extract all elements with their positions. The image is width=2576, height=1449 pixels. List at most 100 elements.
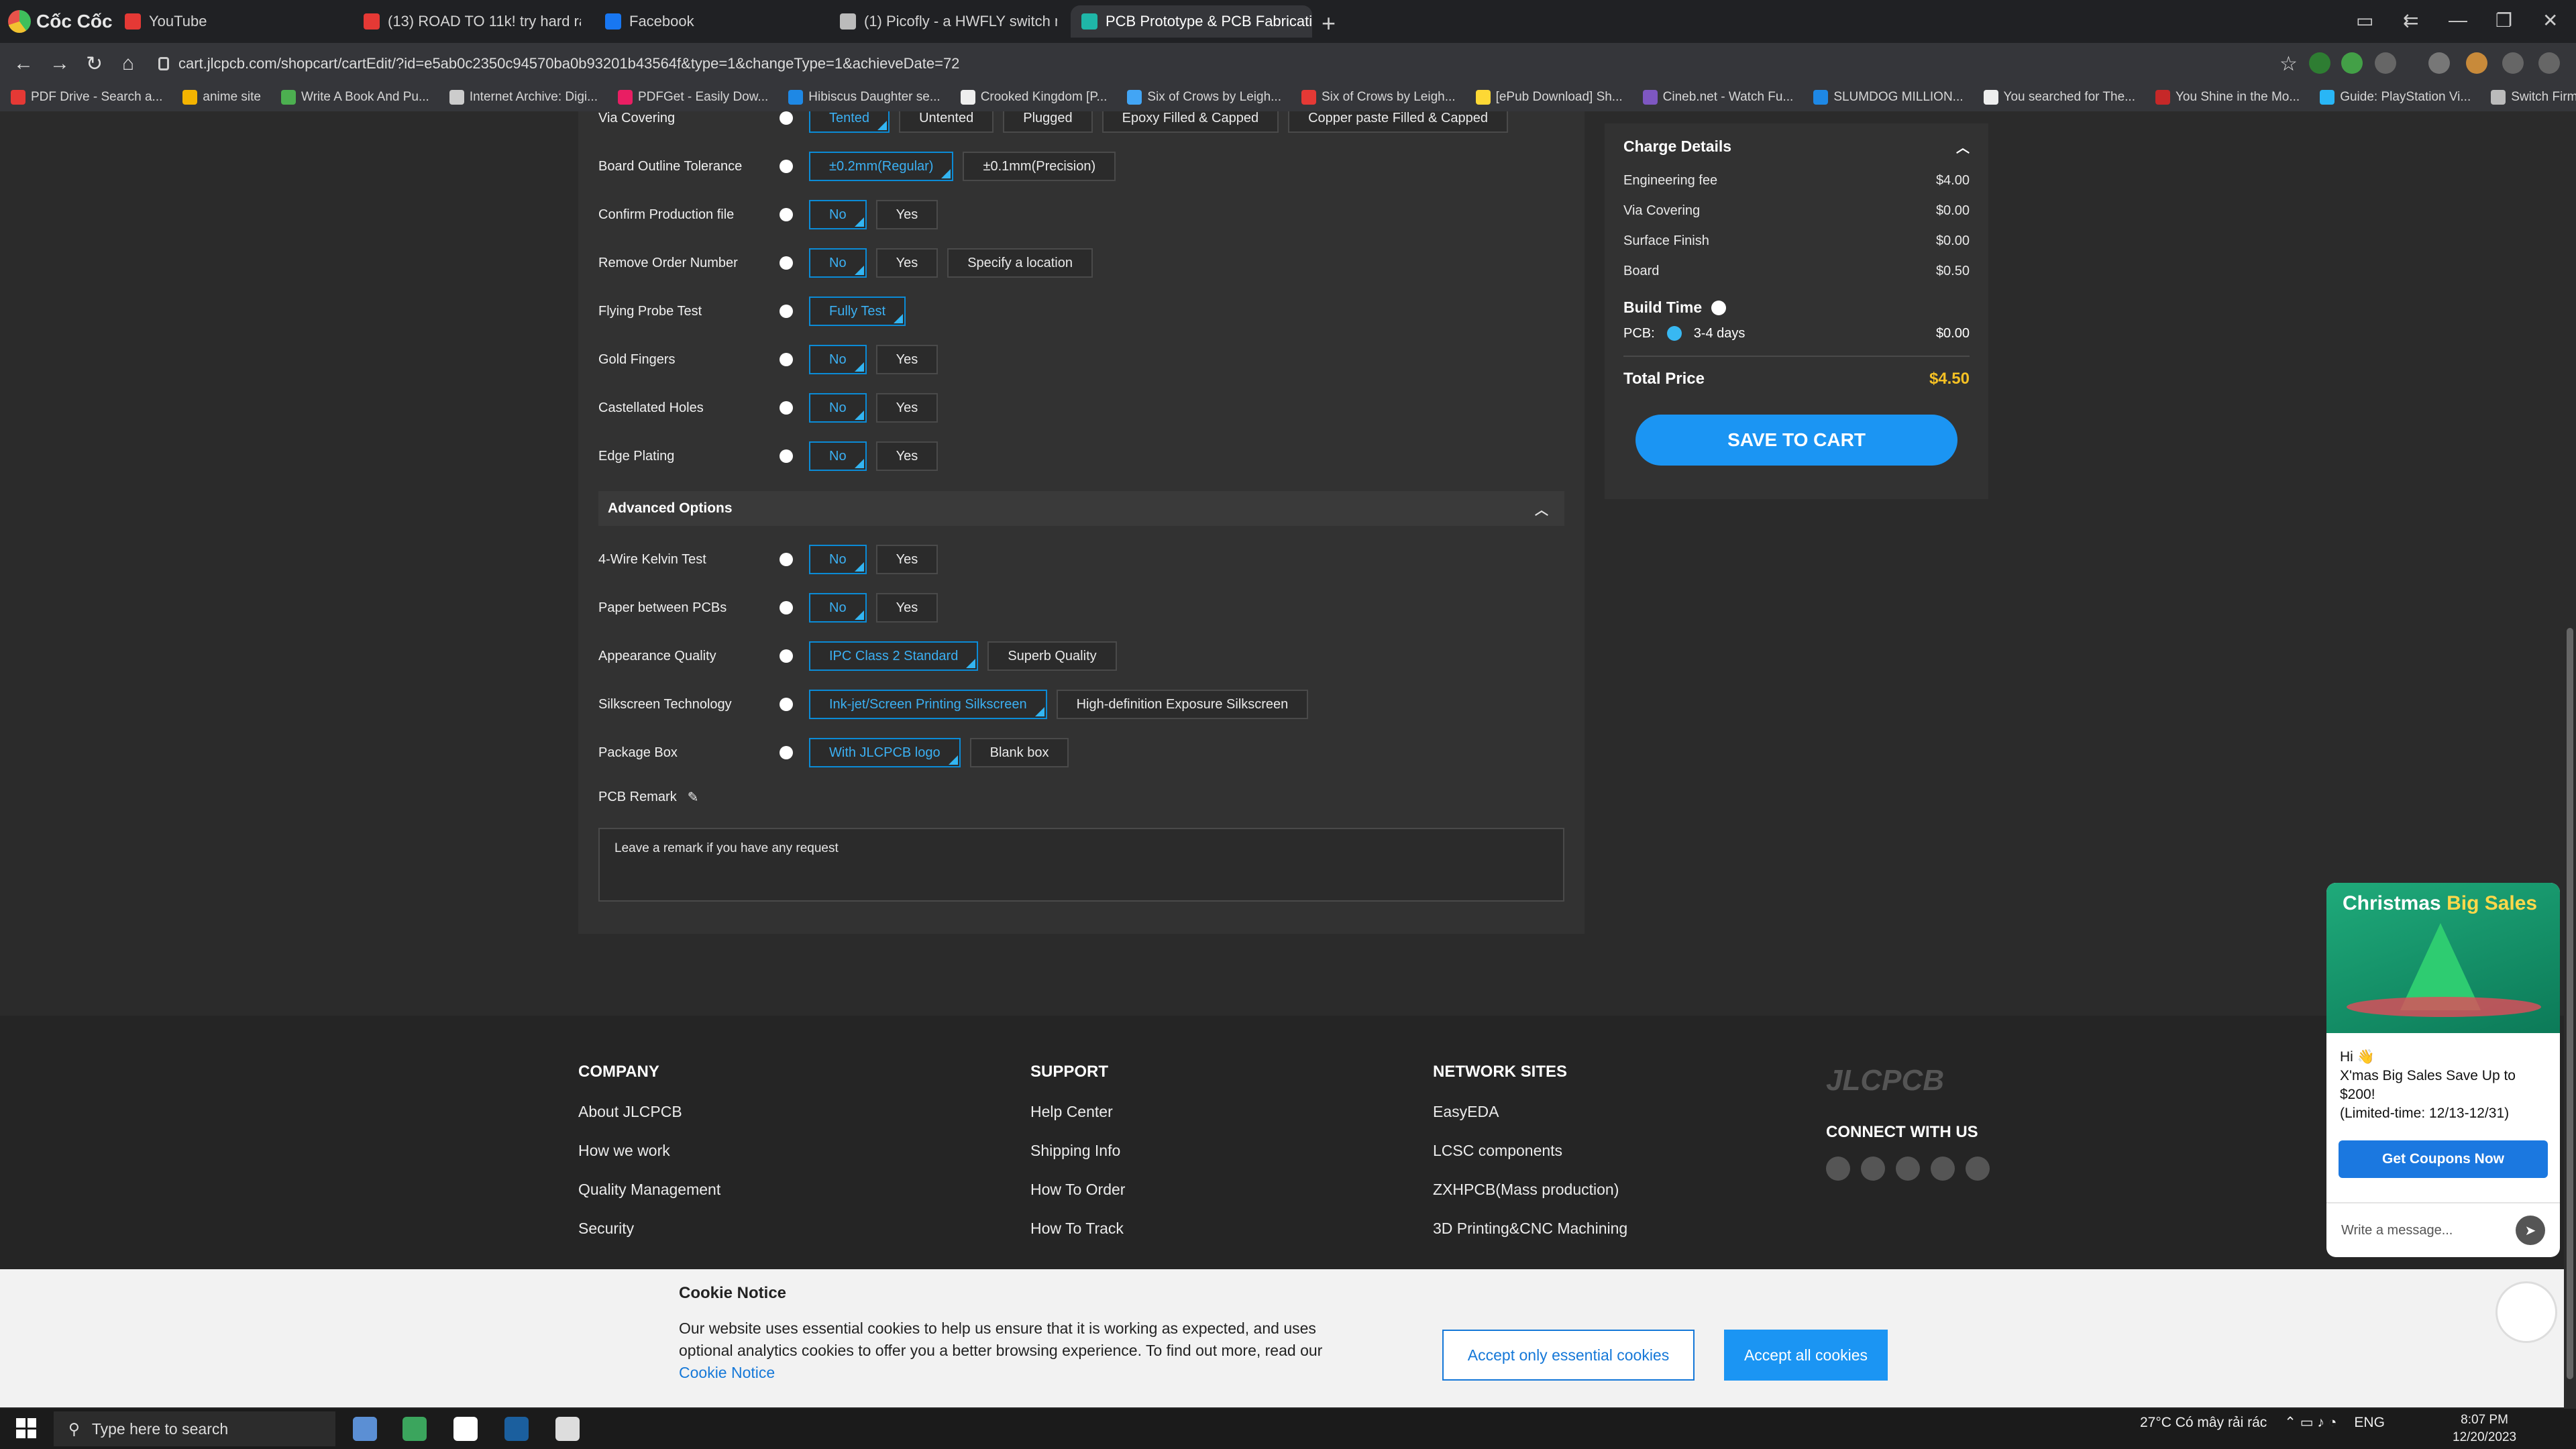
option-choice[interactable]: No <box>809 545 867 574</box>
footer-link[interactable]: Security <box>578 1220 720 1258</box>
bookmark-item[interactable]: Crooked Kingdom [P... <box>960 90 1107 105</box>
scrollbar-thumb[interactable] <box>2567 628 2573 1379</box>
option-choice[interactable]: Yes <box>875 200 938 229</box>
help-dot-icon[interactable] <box>780 305 793 318</box>
help-dot-icon[interactable] <box>780 449 793 463</box>
twitter-icon[interactable] <box>1861 1157 1885 1181</box>
bookmark-item[interactable]: PDF Drive - Search a... <box>11 90 162 105</box>
chrome-icon[interactable] <box>555 1417 580 1441</box>
bookmark-item[interactable]: [ePub Download] Sh... <box>1475 90 1623 105</box>
facebook-icon[interactable] <box>1826 1157 1850 1181</box>
home-icon[interactable]: ⌂ <box>122 52 134 75</box>
bookmark-item[interactable]: Cineb.net - Watch Fu... <box>1642 90 1793 105</box>
option-choice[interactable]: With JLCPCB logo <box>809 738 961 767</box>
windows-start-icon[interactable] <box>16 1418 36 1438</box>
option-choice[interactable]: Blank box <box>969 738 1069 767</box>
bookmark-item[interactable]: Guide: PlayStation Vi... <box>2320 90 2471 105</box>
bookmark-item[interactable]: Internet Archive: Digi... <box>449 90 598 105</box>
option-choice[interactable]: No <box>809 248 867 278</box>
option-choice[interactable]: No <box>809 393 867 423</box>
taskbar-clock[interactable]: 8:07 PM 12/20/2023 <box>2453 1411 2516 1446</box>
send-icon[interactable]: ➤ <box>2516 1216 2545 1245</box>
scrollbar[interactable] <box>2564 111 2576 1409</box>
info-icon[interactable] <box>1711 300 1727 315</box>
bookmark-item[interactable]: PDFGet - Easily Dow... <box>617 90 768 105</box>
taskbar-search[interactable]: ⚲ Type here to search <box>54 1411 335 1446</box>
help-dot-icon[interactable] <box>780 746 793 759</box>
bookmark-item[interactable]: Six of Crows by Leigh... <box>1301 90 1456 105</box>
address-bar[interactable]: cart.jlcpcb.com/shopcart/cartEdit/?id=e5… <box>158 48 2305 79</box>
option-choice[interactable]: Yes <box>875 545 938 574</box>
option-choice[interactable]: High-definition Exposure Silkscreen <box>1056 690 1309 719</box>
download-icon[interactable] <box>2502 52 2524 74</box>
footer-link[interactable]: ZXHPCB(Mass production) <box>1433 1181 1627 1220</box>
steam-icon[interactable] <box>504 1417 529 1441</box>
pencil-icon[interactable]: ✎ <box>688 789 699 806</box>
option-choice[interactable]: Yes <box>875 593 938 623</box>
language-indicator[interactable]: ENG <box>2354 1415 2385 1431</box>
option-choice[interactable]: Epoxy Filled & Capped <box>1102 111 1279 133</box>
option-choice[interactable]: IPC Class 2 Standard <box>809 641 979 671</box>
accept-all-button[interactable]: Accept all cookies <box>1724 1330 1888 1381</box>
option-choice[interactable]: Copper paste Filled & Capped <box>1288 111 1509 133</box>
footer-link[interactable]: About JLCPCB <box>578 1103 720 1142</box>
pcb-remark-input[interactable]: Leave a remark if you have any request <box>598 828 1564 902</box>
help-dot-icon[interactable] <box>780 601 793 614</box>
option-choice[interactable]: ±0.1mm(Precision) <box>963 152 1116 181</box>
footer-link[interactable]: Help Center <box>1030 1103 1125 1142</box>
promo-banner[interactable]: Christmas Big Sales <box>2326 883 2560 1033</box>
footer-link[interactable]: Shipping Info <box>1030 1142 1125 1181</box>
back-history-icon[interactable]: ⇇ <box>2403 9 2418 32</box>
extensions-icon[interactable] <box>2375 52 2396 74</box>
accept-essential-button[interactable]: Accept only essential cookies <box>1442 1330 1695 1381</box>
minimize-button[interactable]: — <box>2449 9 2467 31</box>
reload-icon[interactable]: ↻ <box>86 52 103 76</box>
help-dot-icon[interactable] <box>780 698 793 711</box>
bookmark-item[interactable]: Hibiscus Daughter se... <box>788 90 941 105</box>
option-choice[interactable]: Untented <box>899 111 994 133</box>
new-tab-button[interactable]: + <box>1322 9 1336 38</box>
bookmark-item[interactable]: You Shine in the Mo... <box>2155 90 2300 105</box>
get-coupons-button[interactable]: Get Coupons Now <box>2339 1140 2548 1178</box>
build-time-radio[interactable] <box>1666 326 1682 341</box>
option-choice[interactable]: No <box>809 593 867 623</box>
option-choice[interactable]: Yes <box>875 393 938 423</box>
linkedin-icon[interactable] <box>1966 1157 1990 1181</box>
coccoc-taskbar-icon[interactable] <box>402 1417 427 1441</box>
sidebar-icon[interactable] <box>2428 52 2450 74</box>
bookmark-item[interactable]: SLUMDOG MILLION... <box>1813 90 1964 105</box>
forward-arrow-icon[interactable]: → <box>50 52 70 75</box>
browser-tab[interactable]: (1) Picofly - a HWFLY switch modchip <box>829 5 1057 38</box>
help-dot-icon[interactable] <box>780 111 793 125</box>
close-window-button[interactable]: ✕ <box>2542 9 2558 32</box>
help-dot-icon[interactable] <box>780 553 793 566</box>
epic-games-icon[interactable] <box>453 1417 478 1441</box>
browser-tab[interactable]: PCB Prototype & PCB Fabricatio✕ <box>1071 5 1312 38</box>
browser-tab[interactable]: YouTube <box>114 5 335 38</box>
youtube-icon[interactable] <box>1896 1157 1920 1181</box>
pcb-build-time-row[interactable]: PCB: 3-4 days $0.00 <box>1623 317 1970 350</box>
option-choice[interactable]: Plugged <box>1003 111 1093 133</box>
file-explorer-icon[interactable] <box>353 1417 377 1441</box>
footer-link[interactable]: How we work <box>578 1142 720 1181</box>
cookie-notice-link[interactable]: Cookie Notice <box>679 1364 775 1381</box>
option-choice[interactable]: Ink-jet/Screen Printing Silkscreen <box>809 690 1047 719</box>
bookmark-star-icon[interactable]: ☆ <box>2279 52 2298 76</box>
bookmark-item[interactable]: anime site <box>182 90 261 105</box>
instagram-icon[interactable] <box>1931 1157 1955 1181</box>
option-choice[interactable]: Tented <box>809 111 890 133</box>
profile-avatar[interactable] <box>2466 52 2487 74</box>
tray-icons[interactable]: ⌃ ▭ ♪ ◔ <box>2284 1414 2337 1431</box>
weather-widget[interactable]: 27°C Có mây rải rác <box>2140 1415 2267 1431</box>
footer-link[interactable]: How To Track <box>1030 1220 1125 1258</box>
restore-button[interactable]: ❐ <box>2496 9 2512 32</box>
bookmark-item[interactable]: Write A Book And Pu... <box>281 90 429 105</box>
jlcpcb-logo[interactable]: JLCPCB <box>1826 1064 1944 1097</box>
option-choice[interactable]: No <box>809 200 867 229</box>
option-choice[interactable]: Specify a location <box>947 248 1093 278</box>
advanced-options-header[interactable]: Advanced Options ︿ <box>598 491 1564 526</box>
footer-link[interactable]: EasyEDA <box>1433 1103 1627 1142</box>
bookmark-item[interactable]: Switch Firmwares - D... <box>2491 90 2576 105</box>
option-choice[interactable]: Yes <box>875 248 938 278</box>
footer-link[interactable]: How To Order <box>1030 1181 1125 1220</box>
